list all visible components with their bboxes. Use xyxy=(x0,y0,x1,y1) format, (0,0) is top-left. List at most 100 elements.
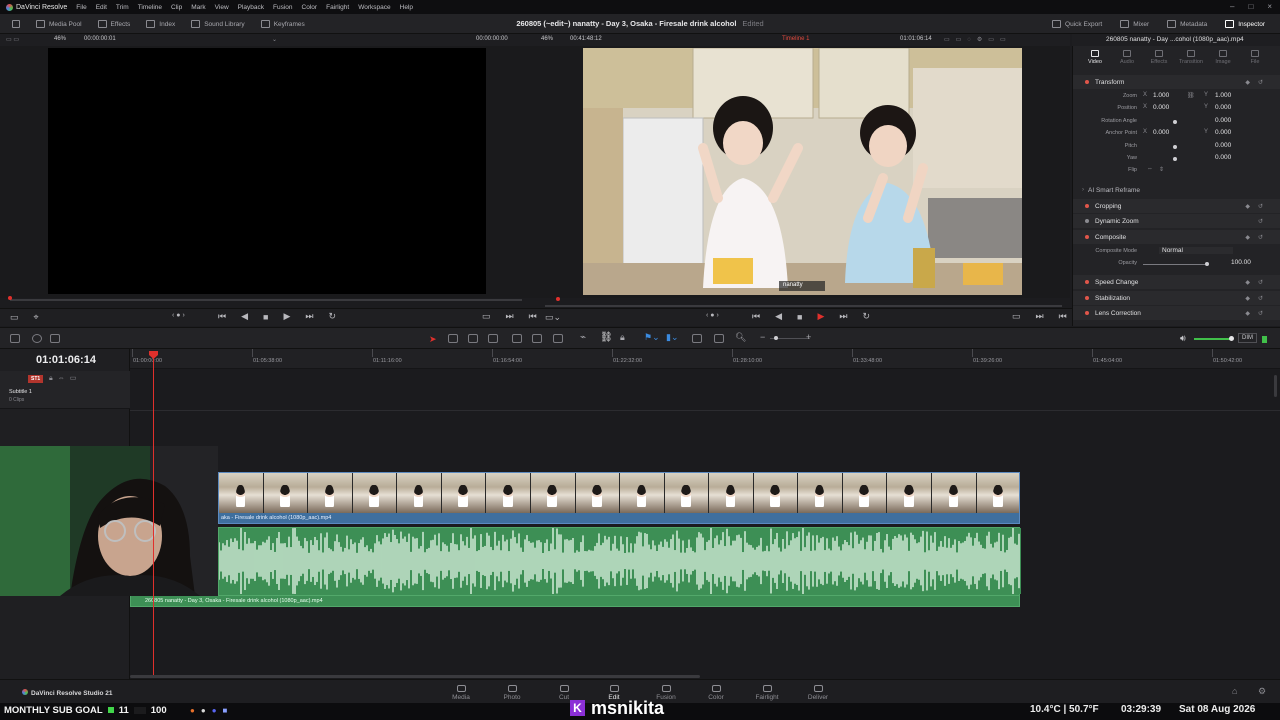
section-speed-change[interactable]: Speed Change ◆↺ xyxy=(1073,275,1280,289)
audio-clip-label-bar[interactable]: 260805 nanatty - Day 3, Osaka - Firesale… xyxy=(130,595,1020,607)
panel-toggle-icon[interactable] xyxy=(4,20,28,28)
yaw-slider[interactable] xyxy=(1173,157,1177,161)
flip-horizontal-icon[interactable]: ⇔ xyxy=(1147,166,1153,172)
custom-zoom-icon[interactable]: 🔍︎ xyxy=(735,332,746,343)
clear-marks-icon[interactable]: ⏮ xyxy=(529,311,537,322)
close-icon[interactable]: × xyxy=(1267,2,1272,11)
linked-selection-icon[interactable]: ⛓ xyxy=(600,332,613,343)
trim-tool-icon[interactable] xyxy=(448,334,458,343)
index-button[interactable]: Index xyxy=(138,20,183,28)
app-icon-firefox[interactable]: ● xyxy=(190,706,195,715)
quick-export-button[interactable]: Quick Export xyxy=(1043,20,1111,28)
dim-button[interactable]: DIM xyxy=(1238,333,1257,343)
timeline-scrub-bar[interactable] xyxy=(545,305,1062,307)
page-tab-media[interactable]: Media xyxy=(441,685,481,701)
insert-clip-icon[interactable] xyxy=(512,334,522,343)
minimize-icon[interactable]: – xyxy=(1230,2,1234,11)
track-scrollbar[interactable] xyxy=(1274,375,1277,397)
playhead[interactable] xyxy=(153,351,154,678)
menu-item-clip[interactable]: Clip xyxy=(171,4,182,11)
prev-edit-icon[interactable]: ⏭ xyxy=(1036,311,1044,322)
section-stabilization[interactable]: Stabilization ◆↺ xyxy=(1073,291,1280,305)
source-viewer[interactable] xyxy=(48,48,486,294)
snapping-icon[interactable]: ⌁ xyxy=(580,332,586,343)
zoom-y-value[interactable]: 1.000 xyxy=(1215,92,1231,99)
source-scrub-handle[interactable] xyxy=(8,296,12,300)
audio-track-icon[interactable] xyxy=(32,334,42,343)
next-edit-icon[interactable]: ⏮ xyxy=(1059,311,1067,322)
volume-icon[interactable]: 🔊︎ xyxy=(1180,333,1186,344)
opacity-value[interactable]: 100.00 xyxy=(1231,259,1251,266)
zoom-in-icon[interactable]: + xyxy=(806,332,811,342)
tab-transition[interactable]: Transition xyxy=(1175,50,1207,65)
volume-slider-knob[interactable] xyxy=(1229,336,1234,341)
reset-icon[interactable]: ◆↺ xyxy=(1245,310,1271,317)
opacity-slider[interactable] xyxy=(1143,264,1205,265)
menu-item-playback[interactable]: Playback xyxy=(238,4,264,11)
enabled-dot-icon[interactable] xyxy=(1085,296,1089,300)
viewer-options-icons[interactable]: ▭▭◌⚙▭▭ xyxy=(944,36,1012,43)
pitch-slider[interactable] xyxy=(1173,145,1177,149)
position-y-value[interactable]: 0.000 xyxy=(1215,104,1231,111)
media-pool-button[interactable]: Media Pool xyxy=(28,20,90,28)
menu-item-workspace[interactable]: Workspace xyxy=(358,4,390,11)
tab-video[interactable]: Video xyxy=(1079,50,1111,65)
volume-slider[interactable] xyxy=(1194,338,1232,340)
menu-item-view[interactable]: View xyxy=(215,4,229,11)
menu-item-fairlight[interactable]: Fairlight xyxy=(326,4,349,11)
layout-icon[interactable]: ▭ ▭ xyxy=(6,36,19,43)
play-icon[interactable]: ▶ xyxy=(283,311,290,322)
page-tab-color[interactable]: Color xyxy=(696,685,736,701)
lock-icon[interactable]: 🔒︎ xyxy=(620,332,625,343)
keyframes-button[interactable]: Keyframes xyxy=(253,20,313,28)
timeline-name[interactable]: Timeline 1 xyxy=(782,36,809,42)
reset-icon[interactable]: ◆↺ xyxy=(1245,234,1271,241)
stop-icon[interactable]: ■ xyxy=(263,312,268,322)
menu-item-edit[interactable]: Edit xyxy=(96,4,107,11)
blade-tool-icon[interactable] xyxy=(488,334,498,343)
sound-library-button[interactable]: Sound Library xyxy=(183,20,252,28)
metadata-button[interactable]: Metadata xyxy=(1158,20,1216,28)
opacity-slider-knob[interactable] xyxy=(1205,262,1209,266)
marker-icon[interactable]: ▮⌄ xyxy=(666,332,679,343)
inspector-button[interactable]: Inspector xyxy=(1216,20,1274,28)
timeline-stop-icon[interactable]: ■ xyxy=(797,312,802,322)
rotation-slider[interactable] xyxy=(1173,120,1177,124)
section-dynamic-zoom[interactable]: Dynamic Zoom ↺ xyxy=(1073,214,1280,228)
video-clip[interactable]: aka - Firesale drink alcohol (1080p_aac)… xyxy=(218,472,1020,524)
mark-in-icon[interactable]: ▭ xyxy=(482,311,491,322)
subtitle-track-badge[interactable]: ST1 xyxy=(28,375,44,383)
tab-image[interactable]: Image xyxy=(1207,50,1239,65)
menu-item-file[interactable]: File xyxy=(76,4,86,11)
tab-audio[interactable]: Audio xyxy=(1111,50,1143,65)
go-to-end-icon[interactable]: ⏭ xyxy=(305,311,313,322)
source-options-icon[interactable]: ⌖ xyxy=(34,312,39,323)
anchor-y-value[interactable]: 0.000 xyxy=(1215,129,1231,136)
link-icon[interactable]: ⛓ xyxy=(1187,92,1195,99)
timeline-timecode[interactable]: 01:01:06:14 xyxy=(36,354,96,366)
pitch-value[interactable]: 0.000 xyxy=(1215,142,1231,149)
anchor-x-value[interactable]: 0.000 xyxy=(1153,129,1169,136)
enabled-dot-icon[interactable] xyxy=(1085,204,1089,208)
menu-item-timeline[interactable]: Timeline xyxy=(138,4,162,11)
zoom-track-icon[interactable] xyxy=(50,334,60,343)
timeline-zoom[interactable]: 46% xyxy=(541,36,553,42)
selection-tool-icon[interactable]: ➤ xyxy=(429,334,437,345)
timeline-loop-icon[interactable]: ↻ xyxy=(863,311,871,322)
timeline-go-to-start-icon[interactable]: ⏮ xyxy=(752,311,760,322)
source-clip-menu-icon[interactable]: ▭ xyxy=(10,312,19,323)
dynamic-trim-icon[interactable] xyxy=(468,334,478,343)
reverse-icon[interactable]: ◀ xyxy=(241,311,248,322)
menu-item-trim[interactable]: Trim xyxy=(116,4,129,11)
flag-icon[interactable]: ⚑⌄ xyxy=(644,332,660,343)
source-dropdown-icon[interactable]: ⌄ xyxy=(272,36,277,43)
source-zoom[interactable]: 46% xyxy=(54,36,66,42)
reset-icon[interactable]: ◆↺ xyxy=(1245,203,1271,210)
section-composite[interactable]: Composite ◆↺ xyxy=(1073,230,1280,244)
app-icon-discord[interactable]: ● xyxy=(212,706,217,715)
loop-icon[interactable]: ↻ xyxy=(329,311,337,322)
flip-vertical-icon[interactable]: ⇕ xyxy=(1159,166,1164,173)
section-ai-reframe[interactable]: › AI Smart Reframe xyxy=(1073,183,1280,197)
viewer-options-icon[interactable]: ▭⌄ xyxy=(545,312,561,323)
go-to-start-icon[interactable]: ⏮ xyxy=(218,311,226,322)
